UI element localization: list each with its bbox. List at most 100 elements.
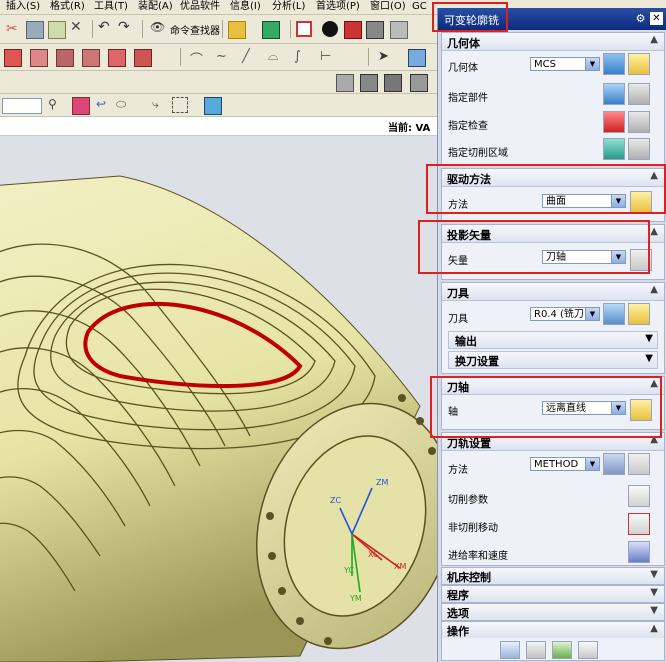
menu-window[interactable]: 窗口(O) <box>370 0 406 13</box>
tool-header-label: 刀具 <box>447 287 469 300</box>
cube-select-icon[interactable] <box>204 97 222 115</box>
actions-section: 操作 ▲ <box>441 621 665 661</box>
view-iso-icon[interactable] <box>360 74 378 92</box>
ellipse-icon[interactable]: ⬭ <box>116 97 132 113</box>
specify-trim-button[interactable] <box>603 138 625 160</box>
shade-icon[interactable] <box>344 21 362 39</box>
current-label: 当前: VA <box>388 123 431 134</box>
specify-check-button[interactable] <box>603 111 625 133</box>
geometry-dropdown[interactable]: MCS ▼ <box>530 57 600 71</box>
render-icon[interactable] <box>322 21 338 37</box>
specify-check-label: 指定检查 <box>448 121 488 132</box>
layer-icon[interactable] <box>366 21 384 39</box>
menu-preferences[interactable]: 首选项(P) <box>316 0 360 13</box>
undo-icon[interactable]: ↶ <box>98 19 114 35</box>
view-cube-icon[interactable] <box>336 74 354 92</box>
view-top-icon[interactable] <box>384 74 402 92</box>
lightning-icon[interactable] <box>228 21 246 39</box>
axis-xm-label: XM <box>394 562 407 571</box>
selection-bar: ⚲ ↩ ⬭ ⤷ <box>0 94 437 117</box>
menu-insert[interactable]: 插入(S) <box>6 0 40 13</box>
menu-tools[interactable]: 工具(T) <box>94 0 128 13</box>
box-select-icon[interactable] <box>172 97 188 113</box>
snap-point-icon[interactable] <box>72 97 90 115</box>
paste-icon[interactable] <box>48 21 66 39</box>
tool-edit-button[interactable] <box>628 303 650 325</box>
create-method-icon[interactable] <box>82 49 100 67</box>
options-section[interactable]: 选项 ▼ <box>441 603 665 621</box>
options-label: 选项 <box>447 607 469 620</box>
actions-header[interactable]: 操作 ▲ <box>442 622 664 638</box>
close-icon[interactable]: ✕ <box>650 12 663 25</box>
copy-icon[interactable] <box>26 21 44 39</box>
tool-path-section: 刀轨设置 ▲ 方法 METHOD ▼ 切削参数 非切削移动 进给率和速度 <box>441 432 665 566</box>
menu-format[interactable]: 格式(R) <box>50 0 85 13</box>
filter-dropdown[interactable] <box>2 98 42 114</box>
list-button[interactable] <box>578 641 598 659</box>
cylinder-model <box>0 175 437 662</box>
spline-icon[interactable]: ∫ <box>294 49 310 65</box>
program-section[interactable]: 程序 ▼ <box>441 585 665 603</box>
lasso-icon[interactable]: ⤷ <box>152 97 168 113</box>
tool-header[interactable]: 刀具 ▲ <box>442 283 664 301</box>
arc-icon[interactable]: ⌓ <box>268 49 284 65</box>
menu-assembly[interactable]: 装配(A) <box>138 0 173 13</box>
replay-button[interactable] <box>526 641 546 659</box>
geometry-header[interactable]: 几何体 ▲ <box>442 33 664 51</box>
generate-button[interactable] <box>500 641 520 659</box>
geometry-header-label: 几何体 <box>447 37 480 50</box>
specify-part-display-button[interactable] <box>628 83 650 105</box>
settings-icon[interactable] <box>390 21 408 39</box>
gear-icon[interactable]: ⚙ <box>634 12 647 25</box>
filter-icon[interactable]: ⚲ <box>48 97 64 113</box>
menu-plugin[interactable]: 优品软件 <box>180 0 220 13</box>
machine-control-section[interactable]: 机床控制 ▼ <box>441 567 665 585</box>
change-tool-subsection[interactable]: 换刀设置 ▼ <box>448 351 658 369</box>
specify-part-button[interactable] <box>603 83 625 105</box>
tool-path-method-value: METHOD <box>534 459 579 470</box>
delete-icon[interactable]: ✕ <box>70 19 86 35</box>
graphics-viewport[interactable]: ZM ZC XC XM YC YM <box>0 136 437 662</box>
arrow-icon[interactable]: ↩ <box>96 97 112 113</box>
tool-label: 刀具 <box>448 314 468 325</box>
snap-icon[interactable] <box>408 49 426 67</box>
output-subsection[interactable]: 输出 ▼ <box>448 331 658 349</box>
chevron-down-icon: ▼ <box>650 605 658 616</box>
fit-view-icon[interactable] <box>296 21 312 37</box>
command-finder-button[interactable]: 命令查找器 <box>170 22 220 37</box>
curve-icon[interactable]: ∼ <box>216 49 232 65</box>
create-operation-icon[interactable] <box>108 49 126 67</box>
tool-section: 刀具 ▲ 刀具 R0.4 (铣刀 ▼ 输出 ▼ 换刀设置 ▼ <box>441 282 665 374</box>
cut-params-button[interactable] <box>628 485 650 507</box>
standard-toolbar: ✂ ✕ ↶ ↷ 👁 命令查找器 <box>0 15 437 44</box>
geometry-display-button[interactable] <box>603 53 625 75</box>
tool-new-button[interactable] <box>603 303 625 325</box>
tool-dropdown[interactable]: R0.4 (铣刀 ▼ <box>530 307 600 321</box>
specify-trim-display-button[interactable] <box>628 138 650 160</box>
menu-info[interactable]: 信息(I) <box>230 0 261 13</box>
non-cut-button[interactable] <box>628 513 650 535</box>
menu-gc[interactable]: GC <box>412 0 427 13</box>
line-icon[interactable]: ╱ <box>242 49 258 65</box>
binoculars-icon: 👁 <box>150 20 166 34</box>
cut-icon[interactable]: ✂ <box>6 21 22 37</box>
view-front-icon[interactable] <box>410 74 428 92</box>
axis-zc-label: ZC <box>330 496 342 505</box>
chevron-up-icon: ▲ <box>650 34 658 45</box>
geometry-edit-button[interactable] <box>628 53 650 75</box>
part-nav-icon[interactable] <box>262 21 280 39</box>
redo-icon[interactable]: ↷ <box>118 19 134 35</box>
select-arrow-icon[interactable]: ➤ <box>378 49 394 65</box>
feeds-button[interactable] <box>628 541 650 563</box>
sketch-icon[interactable]: ⌒ <box>190 49 206 68</box>
offset-icon[interactable]: ⊢ <box>320 49 336 65</box>
create-program-icon[interactable] <box>4 49 22 67</box>
create-geometry-icon[interactable] <box>56 49 74 67</box>
edit-icon[interactable] <box>134 49 152 67</box>
method-new-button[interactable] <box>603 453 625 475</box>
tool-path-method-dropdown[interactable]: METHOD ▼ <box>530 457 600 471</box>
create-tool-icon[interactable] <box>30 49 48 67</box>
menu-analysis[interactable]: 分析(L) <box>272 0 305 13</box>
verify-button[interactable] <box>552 641 572 659</box>
specify-check-display-button[interactable] <box>628 111 650 133</box>
